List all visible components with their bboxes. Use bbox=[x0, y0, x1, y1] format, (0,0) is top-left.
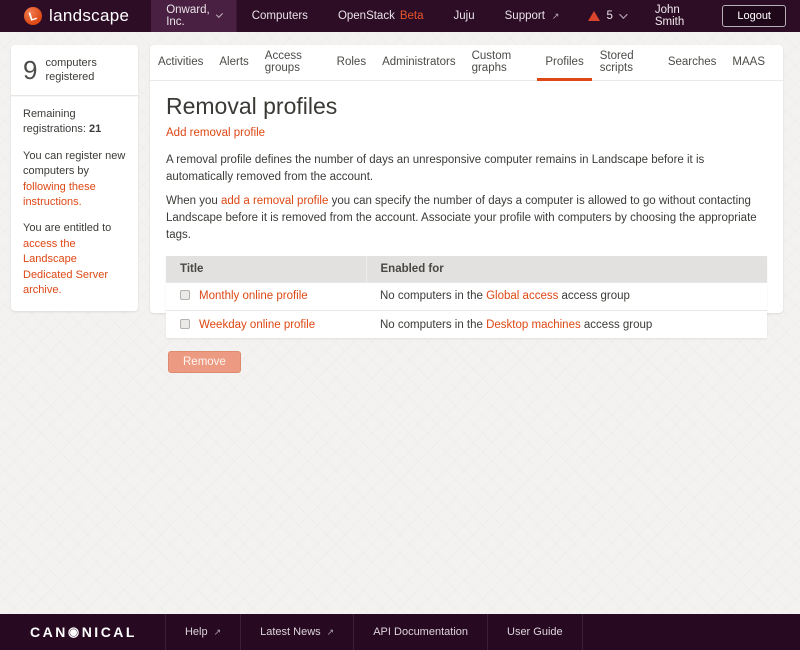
external-link-icon: ↗ bbox=[214, 627, 222, 638]
alert-triangle-icon bbox=[588, 11, 600, 21]
registration-sidebar: 9 computers registered Remaining registr… bbox=[11, 45, 138, 311]
main-nav: Onward, Inc. Computers OpenStack Beta Ju… bbox=[151, 0, 574, 32]
landscape-logo-icon: L bbox=[24, 7, 42, 25]
row-checkbox[interactable] bbox=[180, 319, 190, 329]
landscape-logo[interactable]: L landscape bbox=[0, 0, 151, 32]
remove-button[interactable]: Remove bbox=[168, 351, 241, 373]
beta-badge: Beta bbox=[400, 10, 424, 22]
tab-activities[interactable]: Activities bbox=[150, 45, 211, 81]
nav-item-label: Computers bbox=[252, 10, 308, 22]
profile-link[interactable]: Monthly online profile bbox=[199, 290, 308, 302]
column-header-title: Title bbox=[166, 256, 366, 282]
remaining-count: 21 bbox=[89, 123, 101, 135]
registered-computers-summary: 9 computers registered bbox=[11, 45, 138, 96]
description-paragraph-1: A removal profile defines the number of … bbox=[166, 152, 766, 185]
nav-item-computers[interactable]: Computers bbox=[237, 0, 323, 32]
enabled-for-cell: No computers in the Desktop machines acc… bbox=[366, 310, 767, 338]
add-removal-profile-inline-link[interactable]: add a removal profile bbox=[221, 195, 328, 207]
external-link-icon: ↗ bbox=[552, 11, 560, 22]
description-paragraph-2: When you add a removal profile you can s… bbox=[166, 193, 766, 243]
page-footer: CAN◉NICAL Help↗ Latest News↗ API Documen… bbox=[0, 614, 800, 650]
profile-link[interactable]: Weekday online profile bbox=[199, 319, 315, 331]
tab-alerts[interactable]: Alerts bbox=[211, 45, 256, 81]
enabled-for-cell: No computers in the Global access access… bbox=[366, 282, 767, 310]
nav-item-label: Support bbox=[505, 10, 545, 22]
user-name: John Smith bbox=[639, 4, 716, 28]
sidebar-body: Remaining registrations: 21 You can regi… bbox=[11, 96, 138, 311]
canonical-o-icon: ◉ bbox=[68, 624, 82, 640]
tab-maas[interactable]: MAAS bbox=[724, 45, 773, 81]
nav-item-label: Onward, Inc. bbox=[166, 4, 211, 28]
footer-link-latest-news[interactable]: Latest News↗ bbox=[240, 614, 353, 650]
access-group-link[interactable]: Global access bbox=[486, 290, 558, 302]
header-right: 5 John Smith Logout bbox=[574, 0, 800, 32]
column-header-enabled-for: Enabled for bbox=[366, 256, 767, 282]
tab-access-groups[interactable]: Access groups bbox=[257, 45, 329, 81]
nav-item-juju[interactable]: Juju bbox=[439, 0, 490, 32]
nav-item-label: OpenStack bbox=[338, 10, 395, 22]
nav-item-openstack[interactable]: OpenStack Beta bbox=[323, 0, 439, 32]
alerts-count: 5 bbox=[606, 10, 612, 22]
table-header-row: Title Enabled for bbox=[166, 256, 767, 282]
alerts-dropdown[interactable]: 5 bbox=[574, 10, 638, 22]
footer-link-api-documentation[interactable]: API Documentation bbox=[353, 614, 487, 650]
tab-custom-graphs[interactable]: Custom graphs bbox=[464, 45, 538, 81]
register-instructions: You can register new computers by follow… bbox=[23, 149, 127, 211]
profiles-content: Removal profiles Add removal profile A r… bbox=[150, 81, 783, 373]
tab-searches[interactable]: Searches bbox=[660, 45, 725, 81]
table-row: Weekday online profile No computers in t… bbox=[166, 310, 767, 338]
external-link-icon: ↗ bbox=[327, 627, 335, 638]
profile-title-cell: Monthly online profile bbox=[166, 282, 366, 310]
entitled-archive: You are entitled to access the Landscape… bbox=[23, 221, 127, 298]
footer-link-help[interactable]: Help↗ bbox=[165, 614, 240, 650]
profile-title-cell: Weekday online profile bbox=[166, 310, 366, 338]
canonical-logo: CAN◉NICAL bbox=[0, 614, 165, 650]
access-group-link[interactable]: Desktop machines bbox=[486, 319, 581, 331]
register-instructions-link[interactable]: following these instructions. bbox=[23, 181, 96, 208]
nav-item-label: Juju bbox=[454, 10, 475, 22]
footer-link-user-guide[interactable]: User Guide bbox=[487, 614, 583, 650]
chevron-down-icon bbox=[619, 10, 627, 18]
logout-button[interactable]: Logout bbox=[722, 5, 786, 27]
main-panel: Activities Alerts Access groups Roles Ad… bbox=[150, 45, 783, 313]
registered-count-label: computers registered bbox=[45, 57, 128, 83]
tab-profiles[interactable]: Profiles bbox=[537, 45, 591, 81]
add-removal-profile-link[interactable]: Add removal profile bbox=[166, 127, 265, 139]
page-title: Removal profiles bbox=[166, 93, 767, 120]
tab-stored-scripts[interactable]: Stored scripts bbox=[592, 45, 660, 81]
tab-roles[interactable]: Roles bbox=[329, 45, 374, 81]
table-row: Monthly online profile No computers in t… bbox=[166, 282, 767, 310]
brand-name: landscape bbox=[49, 6, 129, 26]
nav-item-support[interactable]: Support ↗ bbox=[490, 0, 575, 32]
row-checkbox[interactable] bbox=[180, 290, 190, 300]
chevron-down-icon bbox=[216, 11, 223, 18]
footer-links: Help↗ Latest News↗ API Documentation Use… bbox=[165, 614, 583, 650]
settings-tabbar: Activities Alerts Access groups Roles Ad… bbox=[150, 45, 783, 81]
registered-count: 9 bbox=[23, 55, 37, 86]
nav-item-account[interactable]: Onward, Inc. bbox=[151, 0, 236, 32]
tab-administrators[interactable]: Administrators bbox=[374, 45, 464, 81]
dedicated-server-archive-link[interactable]: access the Landscape Dedicated Server ar… bbox=[23, 238, 108, 296]
top-header: L landscape Onward, Inc. Computers OpenS… bbox=[0, 0, 800, 32]
removal-profiles-table: Title Enabled for Monthly online profile… bbox=[166, 256, 767, 338]
remaining-registrations: Remaining registrations: 21 bbox=[23, 107, 127, 138]
